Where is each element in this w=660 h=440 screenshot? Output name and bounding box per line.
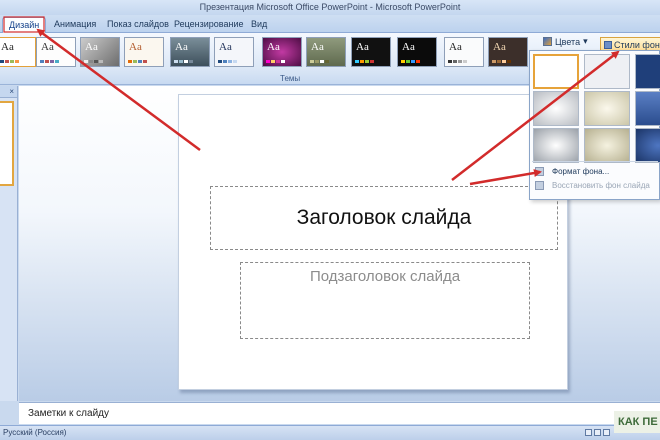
status-bar: Русский (Россия) bbox=[0, 425, 660, 440]
theme-4[interactable]: Aa bbox=[124, 37, 164, 67]
theme-office[interactable]: Aa bbox=[0, 37, 36, 67]
background-style-1[interactable] bbox=[533, 54, 579, 89]
close-icon[interactable]: × bbox=[0, 86, 17, 98]
theme-5[interactable]: Aa bbox=[170, 37, 210, 67]
watermark: КАК ПЕ bbox=[614, 411, 660, 433]
chevron-down-icon: ▾ bbox=[583, 36, 588, 46]
theme-2[interactable]: Aa bbox=[36, 37, 76, 67]
slides-panel: × bbox=[0, 86, 18, 401]
tab-view[interactable]: Вид bbox=[245, 17, 273, 33]
theme-11[interactable]: Aa bbox=[444, 37, 484, 67]
reset-background-item[interactable]: Восстановить фон слайда bbox=[530, 179, 660, 192]
window-title: Презентация Microsoft Office PowerPoint … bbox=[0, 0, 660, 15]
slide-thumbnail[interactable] bbox=[0, 101, 14, 186]
language-indicator[interactable]: Русский (Россия) bbox=[3, 428, 66, 437]
background-styles-icon bbox=[604, 41, 612, 49]
tab-slide-show[interactable]: Показ слайдов bbox=[101, 17, 175, 33]
normal-view-icon[interactable] bbox=[585, 429, 592, 436]
background-styles-label: Стили фона bbox=[614, 40, 660, 50]
theme-6[interactable]: Aa bbox=[214, 37, 254, 67]
reset-background-label: Восстановить фон слайда bbox=[552, 181, 650, 190]
colors-label: Цвета bbox=[555, 36, 581, 47]
colors-icon bbox=[543, 37, 552, 46]
theme-7[interactable]: Aa bbox=[262, 37, 302, 67]
theme-8[interactable]: Aa bbox=[306, 37, 346, 67]
slide-canvas[interactable]: Заголовок слайда Подзаголовок слайда bbox=[178, 94, 568, 390]
tab-review[interactable]: Рецензирование bbox=[168, 17, 250, 33]
colors-button[interactable]: Цвета ▾ bbox=[543, 36, 588, 47]
sorter-view-icon[interactable] bbox=[594, 429, 601, 436]
format-background-icon bbox=[535, 167, 544, 176]
reset-background-icon bbox=[535, 181, 544, 190]
view-buttons bbox=[585, 429, 610, 436]
tab-design[interactable]: Дизайн bbox=[2, 17, 47, 33]
slideshow-view-icon[interactable] bbox=[603, 429, 610, 436]
background-style-5[interactable] bbox=[584, 91, 630, 126]
theme-3[interactable]: Aa bbox=[80, 37, 120, 67]
background-style-7[interactable] bbox=[533, 128, 579, 163]
tab-animation[interactable]: Анимация bbox=[48, 17, 102, 33]
background-style-2[interactable] bbox=[584, 54, 630, 89]
menu-separator bbox=[532, 161, 658, 162]
subtitle-placeholder[interactable]: Подзаголовок слайда bbox=[240, 262, 530, 339]
theme-12[interactable]: Aa bbox=[488, 37, 528, 67]
theme-10[interactable]: Aa bbox=[397, 37, 437, 67]
format-background-label: Формат фона... bbox=[552, 167, 610, 176]
background-style-6[interactable] bbox=[635, 91, 660, 126]
themes-group-label: Темы bbox=[280, 74, 301, 83]
background-styles-gallery: Формат фона... Восстановить фон слайда bbox=[529, 50, 660, 200]
background-style-9[interactable] bbox=[635, 128, 660, 163]
background-style-4[interactable] bbox=[533, 91, 579, 126]
format-background-item[interactable]: Формат фона... bbox=[530, 165, 660, 178]
title-placeholder[interactable]: Заголовок слайда bbox=[210, 186, 558, 250]
theme-9[interactable]: Aa bbox=[351, 37, 391, 67]
background-style-3[interactable] bbox=[635, 54, 660, 89]
notes-pane[interactable]: Заметки к слайду bbox=[19, 402, 660, 424]
background-style-8[interactable] bbox=[584, 128, 630, 163]
ribbon-tab-bar: Дизайн Анимация Показ слайдов Рецензиров… bbox=[0, 15, 660, 33]
